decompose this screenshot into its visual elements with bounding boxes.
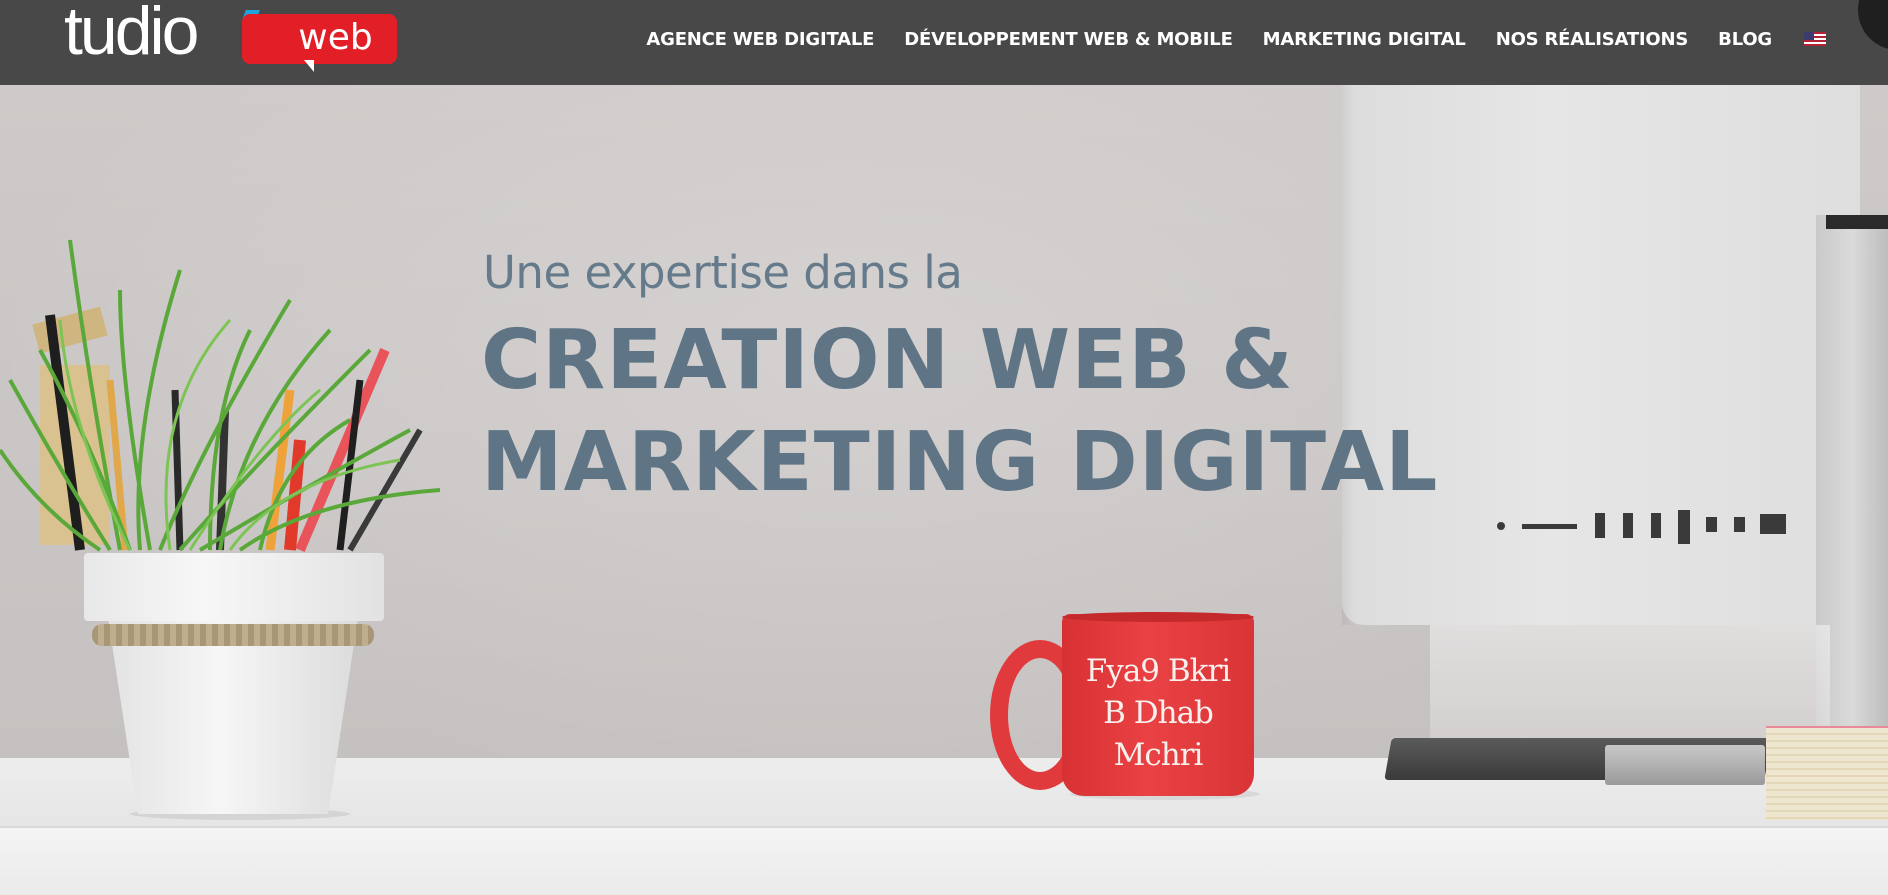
- nav-nos-realisations[interactable]: NOS RÉALISATIONS: [1496, 29, 1689, 50]
- mug-text-line1: Fya9 Bkri: [1085, 653, 1231, 689]
- monitor-stand-top: [1826, 215, 1888, 229]
- hero-section: Fya9 Bkri B Dhab Mchri Une expertise dan…: [0, 0, 1888, 895]
- hero-subtitle: Une expertise dans la: [483, 246, 963, 299]
- nav-marketing-digital[interactable]: MARKETING DIGITAL: [1263, 29, 1466, 50]
- book-stack: [1766, 728, 1888, 820]
- site-header: tudio web AGENCE WEB DIGITALE DÉVELOPPEM…: [0, 0, 1888, 85]
- mug-text-line2: B Dhab Mchri: [1103, 695, 1214, 773]
- plant-pot: [108, 618, 358, 814]
- nav-agence-web-digitale[interactable]: AGENCE WEB DIGITALE: [646, 29, 874, 50]
- hero-title-line1: CREATION WEB &: [481, 313, 1294, 408]
- port-audio: [1497, 522, 1505, 530]
- wooden-holder-top: [32, 306, 108, 354]
- plant-pencil-holder: [0, 239, 441, 552]
- logo-badge-tail: [304, 60, 314, 72]
- mug-text: Fya9 Bkri B Dhab Mchri: [1062, 650, 1254, 776]
- desk-front: [0, 828, 1888, 895]
- main-nav: AGENCE WEB DIGITALE DÉVELOPPEMENT WEB & …: [616, 0, 1826, 78]
- nav-developpement-web-mobile[interactable]: DÉVELOPPEMENT WEB & MOBILE: [904, 29, 1233, 50]
- pot-twine: [92, 624, 374, 646]
- port-usb: [1595, 513, 1605, 538]
- logo-badge: web: [242, 14, 397, 64]
- port-ethernet: [1760, 514, 1786, 534]
- monitor-ports: [1492, 500, 1792, 550]
- studioweb-logo[interactable]: tudio web: [64, 0, 397, 72]
- port-thunderbolt: [1734, 517, 1745, 532]
- port-thunderbolt: [1706, 517, 1717, 532]
- pencil: [347, 428, 423, 552]
- hero-title: CREATION WEB & MARKETING DIGITAL: [481, 310, 1438, 514]
- tablet-pen: [1605, 745, 1765, 785]
- port-usb: [1651, 513, 1661, 538]
- us-flag-icon[interactable]: [1804, 32, 1826, 46]
- logo-text: tudio: [64, 0, 199, 69]
- port-usb: [1623, 513, 1633, 538]
- nav-blog[interactable]: BLOG: [1718, 29, 1772, 50]
- flag-canton: [1804, 32, 1814, 40]
- menu-toggle[interactable]: [1858, 0, 1888, 50]
- mug-rim: [1062, 612, 1254, 622]
- port-sd-slot: [1522, 524, 1577, 529]
- plant-pot-rim: [84, 553, 384, 621]
- hero-title-line2: MARKETING DIGITAL: [481, 415, 1439, 510]
- port-usb: [1678, 510, 1690, 544]
